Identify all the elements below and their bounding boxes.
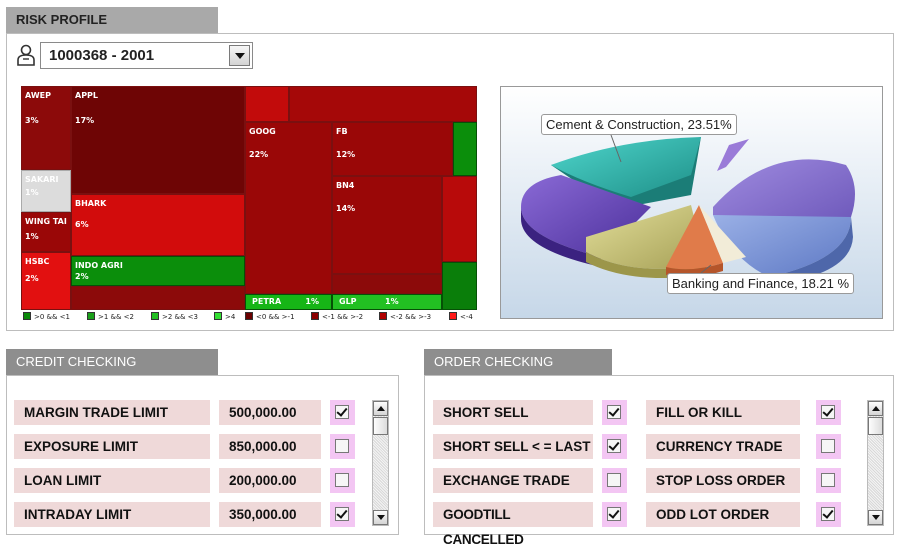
treemap-cell[interactable] [453,122,477,176]
credit-row-value: 350,000.00 [219,502,321,527]
order-checkbox-wrap [816,468,841,493]
treemap-cell[interactable] [332,274,442,294]
legend-item: <-1 && >-2 [311,312,363,322]
treemap-cell[interactable]: FB12% [332,122,453,176]
legend-item: >2 && <3 [151,312,198,322]
short-sell-last-checkbox[interactable] [607,439,621,453]
fill-or-kill-checkbox[interactable] [821,405,835,419]
sector-pie-chart: Cement & Construction, 23.51% Banking an… [500,86,883,319]
treemap-cell[interactable]: PETRA1% [245,294,332,310]
order-checkbox-wrap [602,434,627,459]
treemap-cell[interactable] [245,86,289,122]
treemap-cell[interactable] [442,176,477,262]
treemap-cell[interactable]: BN414% [332,176,442,274]
exposure-limit-checkbox[interactable] [335,439,349,453]
credit-row-label: LOAN LIMIT [14,468,210,493]
scroll-up-icon[interactable] [373,401,388,416]
treemap-cell[interactable]: APPL17% [71,86,245,194]
order-checkbox-wrap [816,502,841,527]
account-select-value: 1000368 - 2001 [49,47,154,64]
treemap-cell[interactable] [442,262,477,310]
credit-checkbox-wrap [330,468,355,493]
order-row-label: SHORT SELL [433,400,593,425]
order-checkbox-wrap [816,400,841,425]
order-row-label: FILL OR KILL [646,400,800,425]
legend-item: >0 && <1 [23,312,70,322]
treemap-cell[interactable]: SAKARI1% [21,170,71,212]
currency-trade-checkbox[interactable] [821,439,835,453]
order-checkbox-wrap [602,502,627,527]
legend-item: >1 && <2 [87,312,134,322]
credit-row-label: INTRADAY LIMIT [14,502,210,527]
treemap-cell[interactable] [289,86,477,122]
credit-checkbox-wrap [330,400,355,425]
good-till-cancelled-checkbox[interactable] [607,507,621,521]
order-checking-tab: ORDER CHECKING [424,349,612,375]
order-row-label: ODD LOT ORDER [646,502,800,527]
scroll-thumb[interactable] [373,417,388,435]
pie-callout-cement: Cement & Construction, 23.51% [541,114,737,135]
order-scrollbar[interactable] [867,400,884,526]
risk-profile-tab: RISK PROFILE [6,7,218,33]
intraday-limit-checkbox[interactable] [335,507,349,521]
loan-limit-checkbox[interactable] [335,473,349,487]
legend-item: >4 [214,312,235,322]
credit-checkbox-wrap [330,434,355,459]
credit-checking-tab: CREDIT CHECKING [6,349,218,375]
treemap-cell[interactable]: WING TAI1% [21,212,71,252]
treemap-cell[interactable]: GOOG22% [245,122,332,294]
order-row-label: SHORT SELL < = LAST [433,434,593,459]
order-row-label: GOODTILL CANCELLED [433,502,593,527]
treemap-cell[interactable] [71,286,245,310]
treemap-cell[interactable]: INDO AGRI2% [71,256,245,286]
account-select[interactable]: 1000368 - 2001 [40,42,253,69]
credit-row-value: 500,000.00 [219,400,321,425]
scroll-down-icon[interactable] [373,510,388,525]
legend-item: <-2 && >-3 [379,312,431,322]
treemap-cell[interactable]: GLP1% [332,294,442,310]
credit-scrollbar[interactable] [372,400,389,526]
order-checkbox-wrap [602,468,627,493]
scroll-thumb[interactable] [868,417,883,435]
order-row-label: CURRENCY TRADE [646,434,800,459]
pie-slice [717,139,749,171]
credit-row-label: MARGIN TRADE LIMIT [14,400,210,425]
legend-item: <0 && >-1 [245,312,295,322]
stop-loss-order-checkbox[interactable] [821,473,835,487]
chevron-down-icon[interactable] [229,45,250,66]
credit-row-value: 200,000.00 [219,468,321,493]
order-checkbox-wrap [602,400,627,425]
credit-row-value: 850,000.00 [219,434,321,459]
order-row-label: EXCHANGE TRADE [433,468,593,493]
scroll-up-icon[interactable] [868,401,883,416]
risk-treemap: AWEP3% APPL17% SAKARI1% WING TAI1% HSBC2… [21,86,477,310]
credit-checkbox-wrap [330,502,355,527]
scroll-down-icon[interactable] [868,510,883,525]
exchange-trade-checkbox[interactable] [607,473,621,487]
credit-row-label: EXPOSURE LIMIT [14,434,210,459]
treemap-cell[interactable]: AWEP3% [21,86,71,170]
treemap-cell[interactable]: HSBC2% [21,252,71,310]
user-icon [16,44,36,66]
odd-lot-order-checkbox[interactable] [821,507,835,521]
order-row-label: STOP LOSS ORDER [646,468,800,493]
short-sell-checkbox[interactable] [607,405,621,419]
margin-trade-limit-checkbox[interactable] [335,405,349,419]
legend-item: <-4 [449,312,473,322]
treemap-cell[interactable]: BHARK6% [71,194,245,256]
order-checkbox-wrap [816,434,841,459]
pie-callout-banking: Banking and Finance, 18.21 % [667,273,854,294]
